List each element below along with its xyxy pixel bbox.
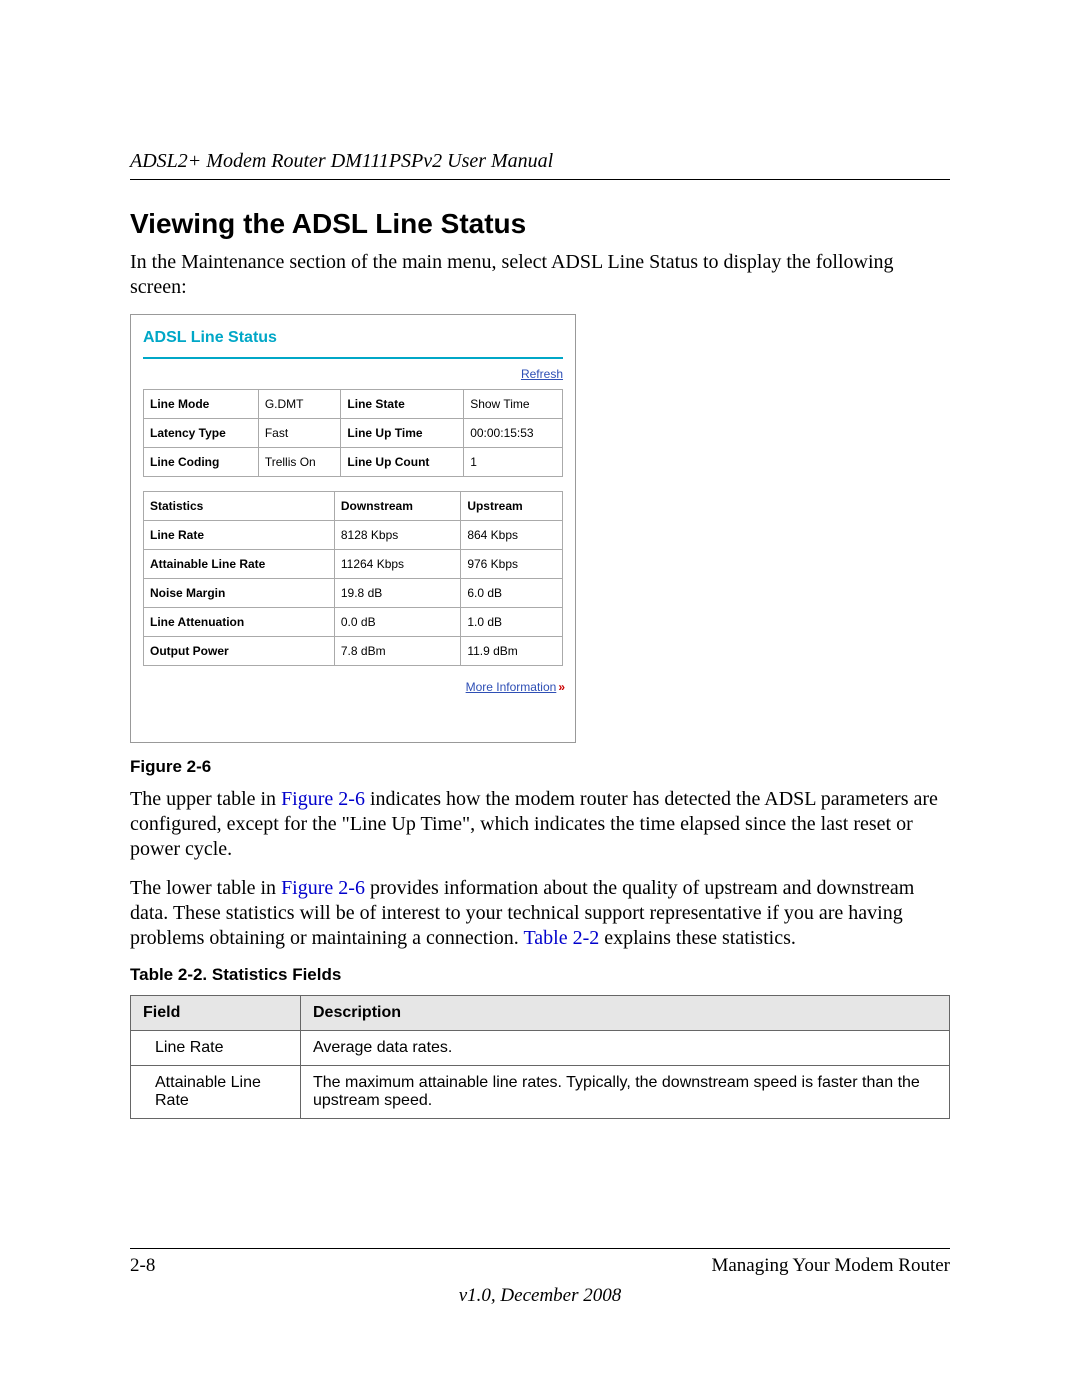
cell-label: Latency Type xyxy=(144,419,259,448)
table-row: Latency Type Fast Line Up Time 00:00:15:… xyxy=(144,419,563,448)
cell-header: Downstream xyxy=(334,492,460,521)
text: explains these statistics. xyxy=(599,927,796,949)
cell-label: Line Up Count xyxy=(341,448,464,477)
cell-value: Fast xyxy=(258,419,341,448)
cell-value: 19.8 dB xyxy=(334,579,460,608)
refresh-link[interactable]: Refresh xyxy=(521,367,563,381)
cell-value: Trellis On xyxy=(258,448,341,477)
table-row: Line Coding Trellis On Line Up Count 1 xyxy=(144,448,563,477)
page: ADSL2+ Modem Router DM111PSPv2 User Manu… xyxy=(0,0,1080,1397)
cell-description: Average data rates. xyxy=(301,1031,950,1066)
panel-divider xyxy=(143,357,563,359)
doc-version: v1.0, December 2008 xyxy=(130,1285,950,1307)
section-heading: Viewing the ADSL Line Status xyxy=(130,208,950,240)
table-row: Line Mode G.DMT Line State Show Time xyxy=(144,390,563,419)
cell-value: 7.8 dBm xyxy=(334,637,460,666)
table-xref[interactable]: Table 2-2 xyxy=(523,927,599,949)
table-row: Line Rate 8128 Kbps 864 Kbps xyxy=(144,521,563,550)
table-row: Attainable Line Rate The maximum attaina… xyxy=(131,1066,950,1119)
cell-value: 976 Kbps xyxy=(461,550,563,579)
figure-xref[interactable]: Figure 2-6 xyxy=(281,788,365,810)
adsl-params-table: Line Mode G.DMT Line State Show Time Lat… xyxy=(143,389,563,477)
chapter-title: Managing Your Modem Router xyxy=(711,1255,950,1277)
text: The upper table in xyxy=(130,788,281,810)
cell-label: Line Up Time xyxy=(341,419,464,448)
table-row: Attainable Line Rate 11264 Kbps 976 Kbps xyxy=(144,550,563,579)
table-row: Line Rate Average data rates. xyxy=(131,1031,950,1066)
cell-value: 0.0 dB xyxy=(334,608,460,637)
intro-paragraph: In the Maintenance section of the main m… xyxy=(130,250,950,300)
cell-field: Line Rate xyxy=(131,1031,301,1066)
cell-value: 8128 Kbps xyxy=(334,521,460,550)
page-number: 2-8 xyxy=(130,1255,155,1277)
body-paragraph-2: The lower table in Figure 2-6 provides i… xyxy=(130,876,950,951)
col-header-description: Description xyxy=(301,996,950,1031)
panel-title: ADSL Line Status xyxy=(143,329,563,347)
cell-header: Statistics xyxy=(144,492,335,521)
table-row: Noise Margin 19.8 dB 6.0 dB xyxy=(144,579,563,608)
table-caption: Table 2-2. Statistics Fields xyxy=(130,965,950,985)
more-information-link[interactable]: More Information xyxy=(466,680,557,694)
chevron-right-icon: » xyxy=(558,680,563,694)
figure-caption: Figure 2-6 xyxy=(130,757,950,777)
cell-value: 1.0 dB xyxy=(461,608,563,637)
cell-value: Show Time xyxy=(464,390,563,419)
cell-value: G.DMT xyxy=(258,390,341,419)
cell-value: 00:00:15:53 xyxy=(464,419,563,448)
cell-label: Line Attenuation xyxy=(144,608,335,637)
statistics-fields-table: Field Description Line Rate Average data… xyxy=(130,995,950,1119)
cell-value: 11264 Kbps xyxy=(334,550,460,579)
cell-label: Line State xyxy=(341,390,464,419)
running-header: ADSL2+ Modem Router DM111PSPv2 User Manu… xyxy=(130,150,950,180)
cell-label: Line Coding xyxy=(144,448,259,477)
cell-label: Noise Margin xyxy=(144,579,335,608)
cell-value: 11.9 dBm xyxy=(461,637,563,666)
cell-value: 1 xyxy=(464,448,563,477)
cell-value: 864 Kbps xyxy=(461,521,563,550)
table-header-row: Field Description xyxy=(131,996,950,1031)
table-row: Line Attenuation 0.0 dB 1.0 dB xyxy=(144,608,563,637)
cell-header: Upstream xyxy=(461,492,563,521)
table-row: Statistics Downstream Upstream xyxy=(144,492,563,521)
page-footer: 2-8 Managing Your Modem Router v1.0, Dec… xyxy=(130,1248,950,1307)
adsl-stats-table: Statistics Downstream Upstream Line Rate… xyxy=(143,491,563,666)
cell-description: The maximum attainable line rates. Typic… xyxy=(301,1066,950,1119)
cell-label: Output Power xyxy=(144,637,335,666)
cell-field: Attainable Line Rate xyxy=(131,1066,301,1119)
col-header-field: Field xyxy=(131,996,301,1031)
cell-value: 6.0 dB xyxy=(461,579,563,608)
text: The lower table in xyxy=(130,877,281,899)
figure-xref[interactable]: Figure 2-6 xyxy=(281,877,365,899)
cell-label: Attainable Line Rate xyxy=(144,550,335,579)
body-paragraph-1: The upper table in Figure 2-6 indicates … xyxy=(130,787,950,862)
table-row: Output Power 7.8 dBm 11.9 dBm xyxy=(144,637,563,666)
cell-label: Line Rate xyxy=(144,521,335,550)
cell-label: Line Mode xyxy=(144,390,259,419)
adsl-status-screenshot: ADSL Line Status Refresh Line Mode G.DMT… xyxy=(130,314,576,743)
